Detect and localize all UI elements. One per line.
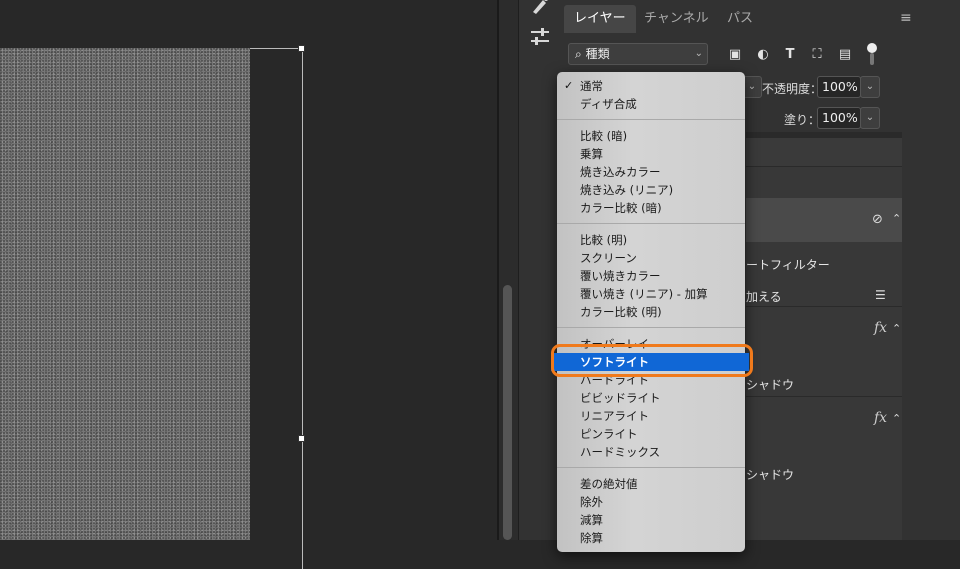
- blend-mode-option[interactable]: 通常 ✓: [557, 77, 745, 95]
- panel-menu-icon[interactable]: ≡: [900, 10, 912, 26]
- annotation-highlight-ring: [551, 344, 753, 377]
- collapse-caret-icon[interactable]: ⌃: [892, 412, 901, 425]
- blend-mode-option[interactable]: 比較 (暗): [557, 127, 745, 145]
- blend-mode-option[interactable]: ディザ合成: [557, 95, 745, 113]
- fill-field[interactable]: 100%: [817, 107, 861, 129]
- menu-separator: [557, 223, 745, 224]
- transform-handle-top-right[interactable]: [298, 45, 305, 52]
- chevron-down-icon: ⌄: [694, 48, 703, 59]
- opacity-field[interactable]: 100%: [817, 76, 861, 98]
- blend-mode-option[interactable]: リニアライト: [557, 407, 745, 425]
- filter-kind-select[interactable]: ⌕ 種類 ⌄: [568, 43, 708, 65]
- collapse-caret-icon[interactable]: ⌃: [892, 212, 901, 225]
- blend-mode-chevron[interactable]: ⌄: [742, 76, 762, 98]
- blend-mode-option[interactable]: 覆い焼きカラー: [557, 267, 745, 285]
- noise-image-layer[interactable]: [0, 48, 250, 540]
- drop-shadow-label: シャドウ: [746, 378, 795, 392]
- blend-mode-option[interactable]: 焼き込みカラー: [557, 163, 745, 181]
- opacity-label: 不透明度：: [762, 82, 823, 96]
- smart-object-icon[interactable]: ▤: [836, 46, 854, 64]
- menu-separator: [557, 327, 745, 328]
- fill-chevron[interactable]: ⌄: [860, 107, 880, 129]
- opacity-chevron[interactable]: ⌄: [860, 76, 880, 98]
- shape-icon[interactable]: ⛶: [808, 46, 826, 64]
- blend-mode-option[interactable]: 比較 (明): [557, 231, 745, 249]
- image-icon[interactable]: ▣: [726, 46, 744, 64]
- type-icon[interactable]: T: [781, 46, 799, 64]
- blend-mode-option[interactable]: スクリーン: [557, 249, 745, 267]
- layer-row[interactable]: [746, 138, 902, 166]
- blend-mode-dropdown[interactable]: 通常 ✓ ディザ合成 比較 (暗) 乗算 焼き込みカラー 焼き込み (リニア) カラー比較 (…: [551, 72, 749, 552]
- blend-mode-option[interactable]: 減算: [557, 511, 745, 529]
- smart-filter-label: ートフィルター: [746, 258, 830, 272]
- search-icon: ⌕: [575, 47, 582, 61]
- blend-mode-option[interactable]: 覆い焼き (リニア) - 加算: [557, 285, 745, 303]
- blend-mode-option[interactable]: 焼き込み (リニア): [557, 181, 745, 199]
- blend-mode-option[interactable]: 差の絶対値: [557, 475, 745, 493]
- menu-separator: [557, 467, 745, 468]
- layers-list[interactable]: ⊘ ⌃ ートフィルター 加える ☰ fx ⌃ シャドウ fx ⌃ シャドウ: [746, 138, 902, 540]
- blend-mode-option[interactable]: 除算: [557, 529, 745, 547]
- tab-paths[interactable]: パス: [717, 5, 763, 33]
- checkmark-icon: ✓: [564, 79, 574, 92]
- fx-icon[interactable]: fx: [874, 410, 887, 426]
- tab-layers[interactable]: レイヤー: [564, 5, 636, 33]
- blend-mode-option[interactable]: ハードミックス: [557, 443, 745, 461]
- effect-row-label: 加える: [746, 290, 782, 304]
- blend-mode-option[interactable]: カラー比較 (明): [557, 303, 745, 321]
- brush-settings-icon[interactable]: [525, 0, 555, 22]
- blend-mode-option[interactable]: 乗算: [557, 145, 745, 163]
- filter-options-icon[interactable]: ☰: [875, 288, 886, 302]
- panel-tab-bar: レイヤー チャンネル パス ≡: [560, 0, 920, 38]
- adjustment-icon[interactable]: ◐: [754, 46, 772, 64]
- canvas-scrollbar-thumb[interactable]: [503, 285, 512, 540]
- fx-icon[interactable]: fx: [874, 320, 887, 336]
- blend-mode-option[interactable]: ピンライト: [557, 425, 745, 443]
- blend-mode-option[interactable]: ビビッドライト: [557, 389, 745, 407]
- tab-channels[interactable]: チャンネル: [634, 5, 719, 33]
- drop-shadow-label: シャドウ: [746, 468, 795, 482]
- transform-handle-middle-right[interactable]: [298, 435, 305, 442]
- blend-mode-option[interactable]: 除外: [557, 493, 745, 511]
- menu-separator: [557, 119, 745, 120]
- collapse-caret-icon[interactable]: ⌃: [892, 322, 901, 335]
- panel-tool-strip: [518, 0, 561, 540]
- smart-object-badge-icon: ⊘: [872, 212, 883, 227]
- blend-mode-option[interactable]: カラー比較 (暗): [557, 199, 745, 217]
- filter-toggle-switch[interactable]: [866, 43, 878, 67]
- filter-kind-value: 種類: [585, 47, 610, 61]
- layer-filter-row: ⌕ 種類 ⌄ ▣ ◐ T ⛶ ▤: [560, 40, 900, 70]
- adjustments-sliders-icon[interactable]: [525, 26, 555, 54]
- transform-bounding-box[interactable]: [250, 48, 303, 569]
- fill-label: 塗り：: [784, 113, 821, 127]
